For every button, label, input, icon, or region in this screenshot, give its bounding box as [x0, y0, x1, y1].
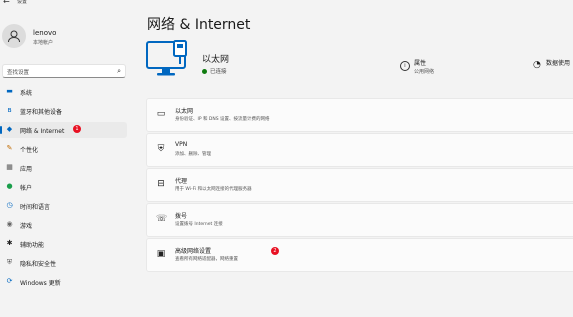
- brush-icon: ✎: [6, 144, 13, 152]
- vpn-shield-icon: ⛨: [157, 144, 165, 154]
- properties-title: 属性: [414, 60, 427, 67]
- sidebar-item-windows-update[interactable]: ⟳ Windows 更新: [0, 274, 127, 290]
- sidebar-item-time-language[interactable]: ◷ 时间和语言: [0, 198, 127, 214]
- sidebar-item-label: 游戏: [20, 223, 33, 230]
- step-badge-2: 2: [271, 247, 279, 255]
- account-icon: ●: [6, 182, 13, 190]
- sidebar-item-privacy[interactable]: ⛨ 隐私和安全性: [0, 255, 127, 271]
- search-input[interactable]: 查找设置 ⌕: [2, 64, 126, 78]
- sidebar-item-label: Windows 更新: [20, 280, 61, 287]
- sidebar-item-accessibility[interactable]: ✱ 辅助功能: [0, 236, 127, 252]
- search-placeholder: 查找设置: [7, 70, 30, 76]
- title-bar: ← 设置: [0, 0, 573, 8]
- sidebar-item-bluetooth[interactable]: ʙ 蓝牙和其他设备: [0, 103, 127, 119]
- ethernet-monitor-icon: [146, 40, 187, 76]
- window-title: 设置: [17, 0, 28, 5]
- sidebar-item-label: 系统: [20, 90, 33, 97]
- sidebar-item-personalization[interactable]: ✎ 个性化: [0, 141, 127, 157]
- data-usage-icon: ◔: [533, 60, 541, 70]
- network-adapter-icon: ▣: [156, 249, 166, 259]
- ethernet-icon: ▭: [156, 109, 166, 119]
- accessibility-icon: ✱: [6, 239, 13, 247]
- dial-up-icon: ☏: [156, 214, 168, 224]
- back-arrow-icon[interactable]: ←: [3, 0, 10, 6]
- card-description: 设置拨号 Internet 连接: [175, 222, 223, 227]
- card-proxy[interactable]: ⊟ 代理 用于 Wi-Fi 和以太网连接的代理服务器: [146, 168, 573, 202]
- gamepad-icon: ◉: [6, 220, 13, 228]
- account-type: 本地帐户: [33, 40, 54, 46]
- connection-status: 已连接: [202, 67, 227, 75]
- sidebar-item-system[interactable]: ▬ 系统: [0, 84, 127, 100]
- step-badge-1: 1: [73, 125, 81, 133]
- apps-icon: ▦: [6, 163, 13, 171]
- avatar[interactable]: [2, 24, 26, 48]
- bluetooth-icon: ʙ: [7, 106, 12, 114]
- card-title: 高级网络设置: [175, 248, 212, 255]
- ethernet-name: 以太网: [202, 55, 230, 65]
- sidebar-item-apps[interactable]: ▦ 应用: [0, 160, 127, 176]
- data-usage-title: 数据使用: [546, 60, 571, 67]
- card-dial-up[interactable]: ☏ 拨号 设置拨号 Internet 连接: [146, 203, 573, 237]
- sidebar-item-label: 辅助功能: [20, 242, 45, 249]
- sidebar-item-label: 蓝牙和其他设备: [20, 109, 63, 116]
- card-advanced-network-settings[interactable]: ▣ 高级网络设置 查看所有网络适配器，网络重置 2: [146, 238, 573, 272]
- connected-dot-icon: [202, 69, 207, 74]
- card-description: 身份验证、IP 和 DNS 设置、按流量计费的网络: [175, 117, 270, 122]
- sidebar-item-label: 个性化: [20, 147, 39, 154]
- card-title: 拨号: [175, 213, 188, 220]
- sidebar-item-label: 应用: [20, 166, 33, 173]
- card-title: VPN: [175, 141, 188, 148]
- user-icon: [8, 30, 20, 43]
- card-ethernet[interactable]: ▭ 以太网 身份验证、IP 和 DNS 设置、按流量计费的网络: [146, 98, 573, 132]
- card-description: 查看所有网络适配器，网络重置: [175, 257, 238, 262]
- card-description: 用于 Wi-Fi 和以太网连接的代理服务器: [175, 187, 252, 192]
- page-title: 网络 & Internet: [147, 17, 251, 33]
- sidebar-item-network[interactable]: ◆ 网络 & Internet 1: [0, 122, 127, 138]
- sidebar-item-label: 网络 & Internet: [20, 128, 65, 135]
- search-icon: ⌕: [117, 67, 121, 75]
- card-title: 代理: [175, 178, 188, 185]
- info-icon: i: [400, 61, 410, 71]
- sidebar-item-accounts[interactable]: ● 帐户: [0, 179, 127, 195]
- selection-indicator: [0, 126, 2, 134]
- sidebar: lenovo 本地帐户 查找设置 ⌕ ▬ 系统 ʙ 蓝牙和其他设备 ◆ 网络 &…: [0, 8, 133, 317]
- sidebar-item-label: 时间和语言: [20, 204, 51, 211]
- sidebar-item-label: 隐私和安全性: [20, 261, 57, 268]
- sidebar-item-label: 帐户: [20, 185, 33, 192]
- card-title: 以太网: [175, 108, 194, 115]
- update-icon: ⟳: [6, 277, 13, 285]
- network-icon: ◆: [6, 125, 13, 133]
- clock-icon: ◷: [6, 201, 13, 209]
- connection-status-text: 已连接: [210, 69, 227, 75]
- card-description: 添加、删除、管理: [175, 152, 211, 157]
- sidebar-item-gaming[interactable]: ◉ 游戏: [0, 217, 127, 233]
- network-profile: 公用网络: [414, 69, 435, 75]
- shield-icon: ⛨: [6, 258, 13, 266]
- user-name: lenovo: [33, 29, 57, 37]
- proxy-icon: ⊟: [157, 179, 165, 189]
- monitor-icon: ▬: [6, 87, 13, 95]
- card-vpn[interactable]: ⛨ VPN 添加、删除、管理: [146, 133, 573, 167]
